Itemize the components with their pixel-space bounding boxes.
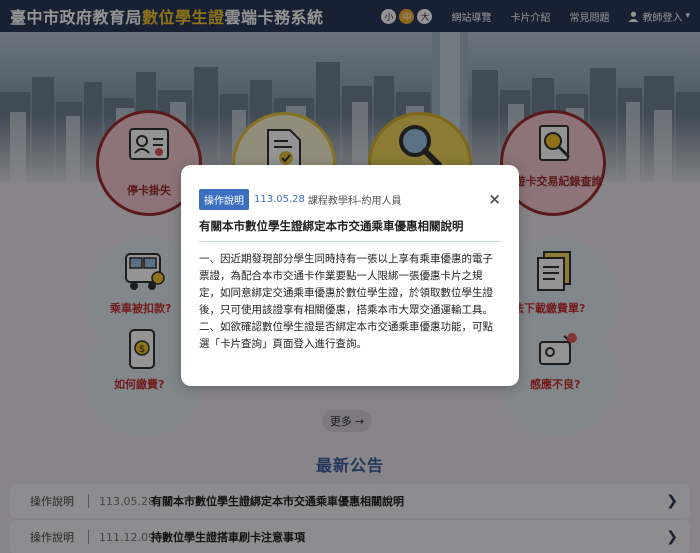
close-icon[interactable]: ×: [488, 192, 501, 207]
modal-date: 113.05.28: [254, 194, 305, 205]
modal-body: 一、因近期發現部分學生同時持有一張以上享有乘車優惠的電子票證，為配合本市交通卡作…: [199, 251, 501, 353]
modal-title: 有關本市數位學生證綁定本市交通乘車優惠相關說明: [199, 218, 501, 242]
modal-paragraph-1: 一、因近期發現部分學生同時持有一張以上享有乘車優惠的電子票證，為配合本市交通卡作…: [199, 253, 493, 316]
modal-unit: 課程教學科-約用人員: [307, 196, 402, 207]
modal-header: 操作說明 113.05.28 課程教學科-約用人員 ×: [199, 189, 501, 210]
category-badge: 操作說明: [199, 189, 249, 210]
announcement-modal: 操作說明 113.05.28 課程教學科-約用人員 × 有關本市數位學生證綁定本…: [181, 165, 519, 386]
modal-paragraph-2: 二、如欲確認數位學生證是否綁定本市交通乘車優惠功能，可點選「卡片查詢」頁面登入進…: [199, 321, 493, 350]
